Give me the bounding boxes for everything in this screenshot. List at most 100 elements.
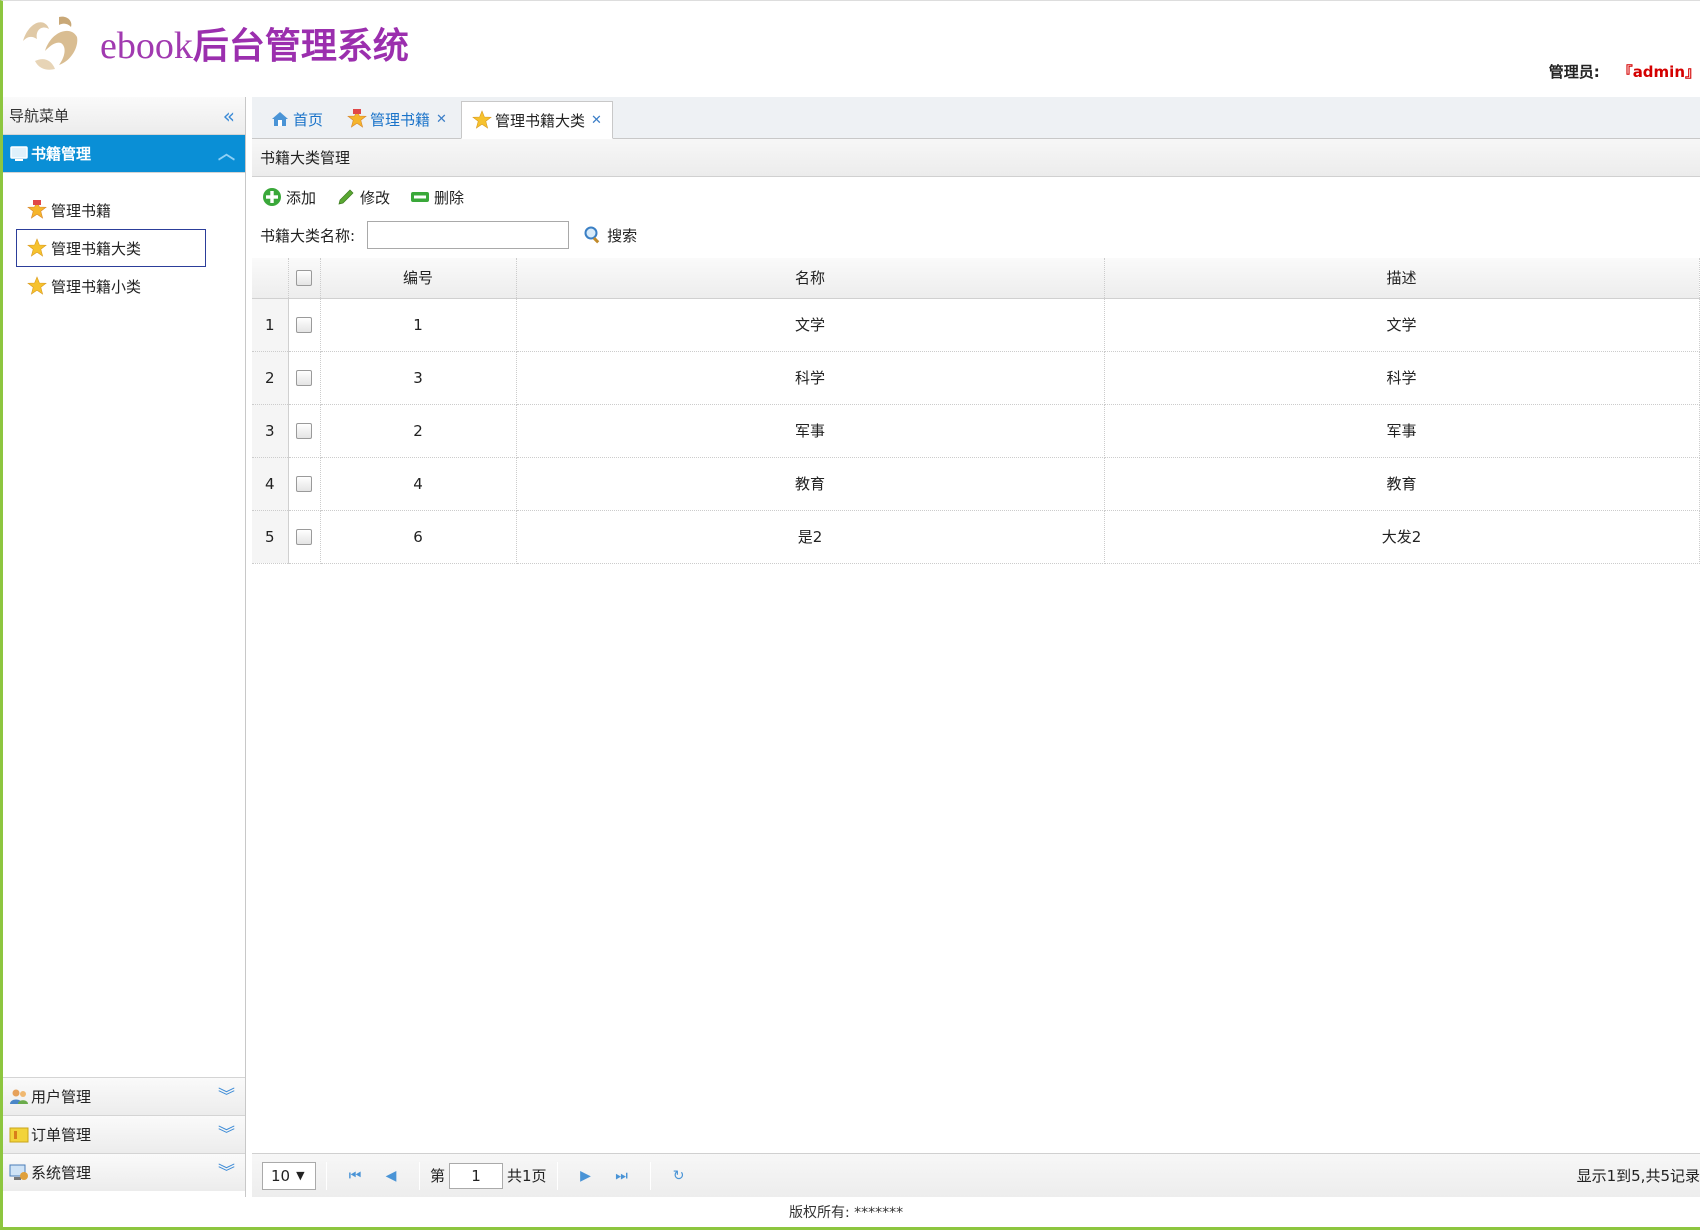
table-row[interactable]: 3 2 军事 军事	[252, 404, 1700, 458]
page-total: 共1页	[507, 1167, 547, 1185]
row-select-cell	[288, 351, 321, 405]
cell-desc: 军事	[1104, 404, 1700, 458]
category-grid: 编号 名称 描述 1 1 文学 文学 2 3 科学 科学 3 2 军事 军事 4…	[252, 258, 1700, 564]
search-input[interactable]	[367, 221, 570, 249]
main-content: 首页 管理书籍 ✕ 管理书籍大类 ✕ 书籍大类管理 添加 修改 删除 书籍大类名…	[252, 97, 1700, 1197]
search-button[interactable]: 搜索	[583, 225, 637, 246]
sidebar-item-label: 管理书籍	[51, 201, 112, 220]
tab-label: 管理书籍	[370, 110, 431, 129]
page-prefix: 第	[430, 1167, 446, 1185]
pencil-icon	[338, 189, 354, 205]
next-page-icon[interactable]: ▶	[572, 1168, 600, 1184]
row-select-cell	[288, 298, 321, 352]
close-icon[interactable]: ✕	[591, 113, 602, 128]
page-size-select[interactable]: 10 ▼	[262, 1161, 316, 1190]
award-star-icon	[27, 200, 47, 219]
accordion-book-management[interactable]: 书籍管理 ︿	[3, 135, 245, 173]
cell-name: 军事	[516, 404, 1105, 458]
system-icon	[9, 1164, 28, 1180]
collapse-sidebar-icon[interactable]: «	[223, 97, 235, 135]
row-number: 2	[252, 351, 289, 405]
pager-info: 显示1到5,共5记录	[1576, 1167, 1700, 1185]
table-row[interactable]: 1 1 文学 文学	[252, 298, 1700, 352]
nav-menu-title: 导航菜单	[9, 107, 70, 125]
row-number: 4	[252, 457, 289, 511]
edit-button[interactable]: 修改	[336, 187, 390, 208]
row-number: 1	[252, 298, 289, 352]
select-all-checkbox[interactable]	[296, 270, 312, 287]
accordion-system-management[interactable]: 系统管理 ︾	[3, 1153, 245, 1191]
tab-manage-books[interactable]: 管理书籍 ✕	[337, 100, 457, 138]
pager-separator	[556, 1161, 558, 1190]
accordion-order-management[interactable]: 订单管理 ︾	[3, 1115, 245, 1153]
table-row[interactable]: 5 6 是2 大发2	[252, 510, 1700, 564]
chevron-double-down-icon: ︾	[218, 1125, 235, 1145]
sidebar-item-label: 管理书籍大类	[51, 239, 142, 258]
search-label: 书籍大类名称:	[260, 226, 356, 245]
award-star-icon	[347, 109, 367, 128]
close-icon[interactable]: ✕	[436, 112, 447, 127]
tab-manage-categories[interactable]: 管理书籍大类 ✕	[460, 101, 613, 139]
accordion-collapsed-group: 用户管理 ︾ 订单管理 ︾ 系统管理 ︾	[3, 1077, 245, 1191]
admin-name: 『admin』	[1617, 63, 1700, 81]
column-header-desc[interactable]: 描述	[1104, 258, 1700, 299]
users-icon	[10, 1089, 28, 1104]
row-checkbox[interactable]	[296, 423, 312, 439]
tab-label: 首页	[293, 110, 324, 129]
cell-name: 是2	[516, 510, 1105, 564]
first-page-icon[interactable]: ⏮	[341, 1168, 369, 1184]
cell-desc: 大发2	[1104, 510, 1700, 564]
refresh-icon[interactable]: ↻	[665, 1168, 693, 1184]
pager-separator	[649, 1161, 651, 1190]
cell-desc: 文学	[1104, 298, 1700, 352]
accordion-label: 系统管理	[31, 1163, 92, 1182]
add-label: 添加	[286, 188, 317, 207]
star-icon	[27, 238, 47, 257]
admin-label: 管理员:	[1548, 63, 1600, 81]
edit-label: 修改	[360, 188, 391, 207]
admin-info: 管理员: 『admin』	[1549, 61, 1700, 82]
dropdown-caret-icon: ▼	[296, 1169, 305, 1182]
table-row[interactable]: 4 4 教育 教育	[252, 457, 1700, 511]
tab-home[interactable]: 首页	[260, 100, 333, 138]
cell-desc: 教育	[1104, 457, 1700, 511]
column-header-id[interactable]: 编号	[320, 258, 517, 299]
plus-icon	[263, 188, 281, 206]
rownum-header	[252, 258, 289, 299]
search-button-label: 搜索	[607, 226, 638, 245]
search-bar: 书籍大类名称: 搜索	[252, 217, 1700, 253]
tab-bar: 首页 管理书籍 ✕ 管理书籍大类 ✕	[252, 97, 1700, 139]
sidebar-item-manage-books[interactable]: 管理书籍	[16, 191, 206, 229]
accordion-user-management[interactable]: 用户管理 ︾	[3, 1077, 245, 1115]
pager-separator	[326, 1161, 327, 1190]
cell-id: 6	[320, 510, 517, 564]
prev-page-icon[interactable]: ◀	[377, 1168, 405, 1184]
column-header-name[interactable]: 名称	[516, 258, 1105, 299]
table-row[interactable]: 2 3 科学 科学	[252, 351, 1700, 405]
order-icon	[9, 1127, 29, 1142]
add-button[interactable]: 添加	[262, 187, 316, 208]
logo-zh-text: 后台管理系统	[192, 26, 409, 67]
row-checkbox[interactable]	[296, 529, 312, 545]
row-checkbox[interactable]	[296, 370, 312, 386]
delete-label: 删除	[434, 188, 465, 207]
search-icon	[584, 226, 600, 244]
toolbar: 添加 修改 删除	[252, 177, 1700, 217]
page-number-input[interactable]: 1	[449, 1162, 504, 1189]
cell-name: 教育	[516, 457, 1105, 511]
sidebar-item-manage-categories[interactable]: 管理书籍大类	[16, 229, 206, 267]
row-checkbox[interactable]	[296, 476, 312, 492]
page-size-value: 10	[271, 1166, 291, 1185]
minus-icon	[411, 192, 430, 202]
delete-button[interactable]: 删除	[410, 187, 464, 208]
copyright-text: 版权所有: *******	[789, 1205, 904, 1221]
row-select-cell	[288, 457, 321, 511]
cell-name: 文学	[516, 298, 1105, 352]
last-page-icon[interactable]: ⏭	[608, 1168, 636, 1184]
logo-en-text: ebook	[100, 25, 193, 67]
star-icon	[472, 110, 492, 129]
row-checkbox[interactable]	[296, 317, 312, 333]
row-select-cell	[288, 404, 321, 458]
sidebar-item-manage-subcategories[interactable]: 管理书籍小类	[16, 267, 206, 305]
row-number: 5	[252, 510, 289, 564]
